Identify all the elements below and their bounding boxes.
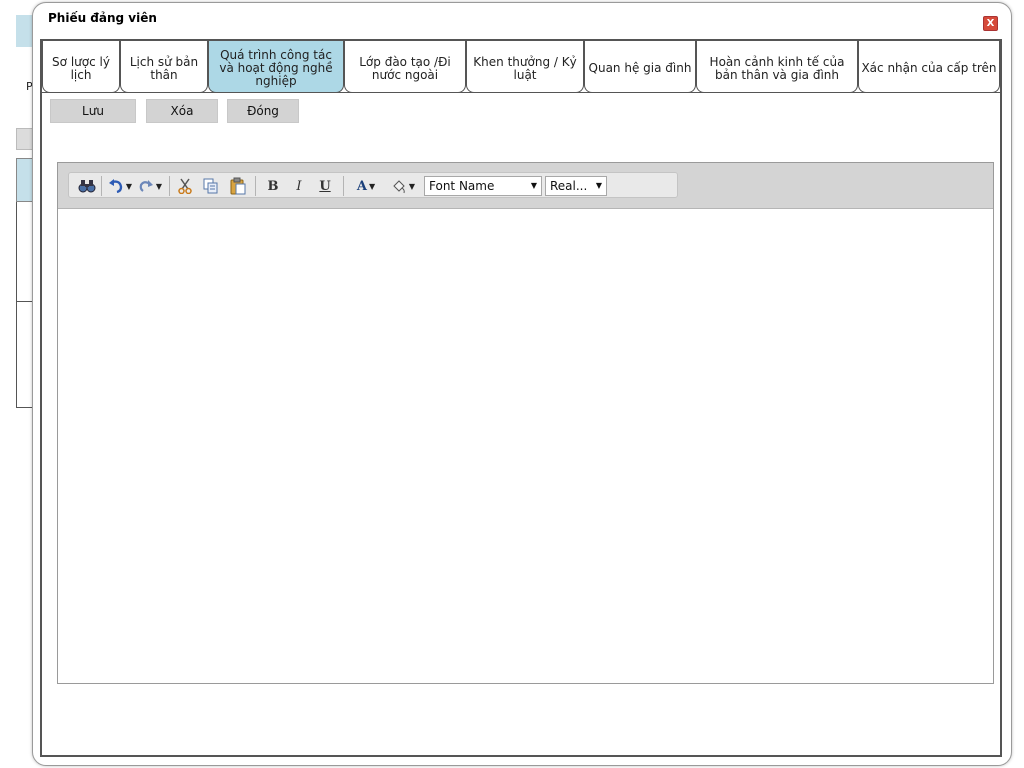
toolbar-separator (101, 176, 102, 196)
editor-toolbar-strip: ▼ ▼ B I U A ▼ ▼ Font Name ▼ Real... ▼ (68, 172, 678, 198)
font-size-select[interactable]: Real... ▼ (545, 176, 607, 196)
tab-divider (42, 92, 1000, 93)
tab-work-process[interactable]: Quá trình công tác và hoạt động nghề ngh… (208, 41, 344, 93)
toolbar-separator (169, 176, 170, 196)
highlight-icon[interactable]: ▼ (387, 177, 419, 195)
dialog-panel: Sơ lược lý lịch Lịch sử bản thân Quá trì… (40, 39, 1002, 757)
chevron-down-icon: ▼ (595, 181, 602, 190)
close-dialog-button[interactable]: Đóng (227, 99, 299, 123)
tab-rewards-discipline[interactable]: Khen thưởng / Kỷ luật (466, 41, 584, 93)
tab-history[interactable]: Lịch sử bản thân (120, 41, 208, 93)
party-member-dialog: Phiếu đảng viên X Sơ lược lý lịch Lịch s… (32, 2, 1012, 766)
dialog-title: Phiếu đảng viên (48, 11, 157, 25)
font-name-value: Font Name (429, 179, 495, 193)
close-button[interactable]: X (983, 16, 998, 31)
undo-icon[interactable]: ▼ (107, 177, 133, 195)
find-icon[interactable] (77, 177, 97, 195)
font-name-select[interactable]: Font Name ▼ (424, 176, 542, 196)
rich-text-editor: ▼ ▼ B I U A ▼ ▼ Font Name ▼ Real... ▼ (57, 162, 994, 684)
font-size-value: Real... (550, 179, 588, 193)
tab-superior-confirmation[interactable]: Xác nhận của cấp trên (858, 41, 1000, 93)
font-color-icon[interactable]: A ▼ (351, 177, 381, 195)
tab-bar: Sơ lược lý lịch Lịch sử bản thân Quá trì… (42, 41, 1000, 93)
tab-family-relations[interactable]: Quan hệ gia đình (584, 41, 696, 93)
toolbar-separator (343, 176, 344, 196)
redo-icon[interactable]: ▼ (137, 177, 163, 195)
tab-training[interactable]: Lớp đào tạo /Đi nước ngoài (344, 41, 466, 93)
editor-content-area[interactable] (58, 210, 993, 683)
tab-economic-situation[interactable]: Hoàn cảnh kinh tế của bản thân và gia đì… (696, 41, 858, 93)
cut-icon[interactable] (175, 177, 195, 195)
underline-icon[interactable]: U (317, 177, 333, 195)
italic-icon[interactable]: I (291, 177, 307, 195)
copy-icon[interactable] (201, 177, 221, 195)
paste-icon[interactable] (227, 177, 249, 195)
save-button[interactable]: Lưu (50, 99, 136, 123)
delete-button[interactable]: Xóa (146, 99, 218, 123)
toolbar-separator (255, 176, 256, 196)
tab-summary[interactable]: Sơ lược lý lịch (42, 41, 120, 93)
chevron-down-icon: ▼ (530, 181, 537, 190)
editor-toolbar: ▼ ▼ B I U A ▼ ▼ Font Name ▼ Real... ▼ (58, 163, 993, 209)
bold-icon[interactable]: B (265, 177, 281, 195)
